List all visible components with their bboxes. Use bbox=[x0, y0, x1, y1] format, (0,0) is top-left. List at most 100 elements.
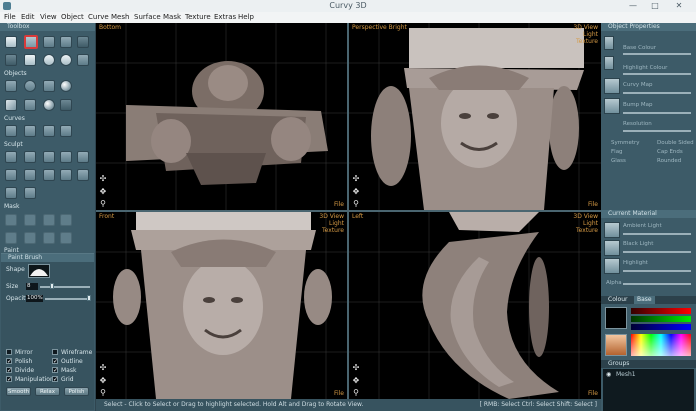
polish-button[interactable]: Polish bbox=[64, 387, 89, 396]
sphere-object-tool[interactable] bbox=[60, 80, 72, 92]
curve-tool-3[interactable] bbox=[43, 125, 55, 137]
viewport-front-file[interactable]: File bbox=[334, 390, 344, 397]
camera-tool[interactable] bbox=[77, 54, 89, 66]
base-tab[interactable]: Base bbox=[634, 296, 655, 304]
maximize-button[interactable]: □ bbox=[646, 0, 664, 12]
bump-map-slider[interactable] bbox=[623, 112, 691, 114]
brush-shape-preview[interactable] bbox=[28, 264, 50, 278]
viewport-front[interactable]: Front 3D View Light Texture File ✣ ✥ ⚲ bbox=[96, 212, 347, 399]
viewport-bottom[interactable]: Bottom File ✣ ✥ ⚲ bbox=[96, 23, 347, 210]
pan-icon[interactable]: ✥ bbox=[99, 377, 107, 385]
wireframe-checkbox[interactable] bbox=[52, 349, 58, 355]
menu-mesh[interactable]: Mesh bbox=[111, 13, 129, 21]
mask-tool-1[interactable] bbox=[5, 214, 17, 226]
menu-surface[interactable]: Surface bbox=[134, 13, 161, 21]
curve-tool-2[interactable] bbox=[24, 125, 36, 137]
viewport-perspective-file[interactable]: File bbox=[588, 201, 598, 208]
highlight-swatch[interactable] bbox=[604, 258, 620, 274]
curvy-map-swatch[interactable] bbox=[604, 78, 620, 94]
front-3dview-option[interactable]: 3D View bbox=[319, 213, 344, 220]
scale-tool[interactable] bbox=[60, 36, 72, 48]
black-light-swatch[interactable] bbox=[604, 240, 620, 256]
mask-tool-4[interactable] bbox=[60, 214, 72, 226]
orbit-icon[interactable]: ✣ bbox=[352, 364, 360, 372]
viewport-left[interactable]: Left 3D View Light Texture File ✣ ✥ ⚲ bbox=[349, 212, 601, 399]
outline-checkbox[interactable]: ✓ bbox=[52, 358, 58, 365]
left-light-option[interactable]: Light bbox=[573, 220, 598, 227]
mask-tool-5[interactable] bbox=[5, 232, 17, 244]
menu-view[interactable]: View bbox=[40, 13, 57, 21]
undo-tool[interactable] bbox=[77, 36, 89, 48]
size-slider[interactable] bbox=[40, 286, 90, 288]
left-texture-option[interactable]: Texture bbox=[573, 227, 598, 234]
mask-tool-2[interactable] bbox=[24, 214, 36, 226]
viewport-left-file[interactable]: File bbox=[588, 390, 598, 397]
base-colour-swatch[interactable] bbox=[604, 36, 614, 50]
sculpt-draw-tool[interactable] bbox=[5, 151, 17, 163]
menu-object[interactable]: Object bbox=[61, 13, 84, 21]
ambient-light-swatch[interactable] bbox=[604, 222, 620, 238]
pan-icon[interactable]: ✥ bbox=[99, 188, 107, 196]
zoom-icon[interactable]: ⚲ bbox=[99, 200, 107, 208]
mask-tool-8[interactable] bbox=[60, 232, 72, 244]
menu-file[interactable]: File bbox=[4, 13, 16, 21]
zoom-icon[interactable]: ⚲ bbox=[352, 200, 360, 208]
sculpt-snake-tool[interactable] bbox=[24, 187, 36, 199]
select-arrow-tool[interactable] bbox=[5, 36, 17, 48]
viewport-bottom-file[interactable]: File bbox=[334, 201, 344, 208]
plane-object-tool[interactable] bbox=[60, 99, 72, 111]
flag-option[interactable]: Flag bbox=[611, 149, 623, 155]
blue-channel-slider[interactable] bbox=[631, 324, 691, 330]
mask-tool-3[interactable] bbox=[43, 214, 55, 226]
relax-button[interactable]: Relax bbox=[35, 387, 60, 396]
grid-checkbox[interactable]: ✓ bbox=[52, 376, 58, 383]
sculpt-clay-tool[interactable] bbox=[60, 169, 72, 181]
zoom-icon[interactable]: ⚲ bbox=[352, 389, 360, 397]
pen-tool[interactable] bbox=[5, 54, 17, 66]
curve-tool-4[interactable] bbox=[60, 125, 72, 137]
polish-checkbox[interactable]: ✓ bbox=[6, 358, 12, 365]
smooth-button[interactable]: Smooth bbox=[6, 387, 31, 396]
eye-icon[interactable]: ◉ bbox=[606, 371, 611, 378]
green-channel-slider[interactable] bbox=[631, 316, 691, 322]
opacity-slider-knob[interactable] bbox=[87, 295, 91, 301]
perspective-light-option[interactable]: Light bbox=[573, 31, 598, 38]
viewport-perspective[interactable]: Perspective Bright 3D View Light Texture… bbox=[349, 23, 601, 210]
resolution-slider[interactable] bbox=[623, 130, 691, 132]
sculpt-inflate-tool[interactable] bbox=[43, 151, 55, 163]
glass-option[interactable]: Glass bbox=[611, 158, 626, 164]
sculpt-crease-tool[interactable] bbox=[5, 169, 17, 181]
minimize-button[interactable]: — bbox=[624, 0, 642, 12]
curve-tool-1[interactable] bbox=[5, 125, 17, 137]
cube-object-tool[interactable] bbox=[5, 99, 17, 111]
highlight-slider[interactable] bbox=[623, 270, 691, 272]
front-light-option[interactable]: Light bbox=[319, 220, 344, 227]
sculpt-nudge-tool[interactable] bbox=[5, 187, 17, 199]
pan-icon[interactable]: ✥ bbox=[352, 188, 360, 196]
orbit-icon[interactable]: ✣ bbox=[99, 364, 107, 372]
sculpt-smooth-tool[interactable] bbox=[77, 151, 89, 163]
manipulation-checkbox[interactable]: ✓ bbox=[6, 376, 12, 383]
cylinder-object-tool[interactable] bbox=[24, 99, 36, 111]
menu-edit[interactable]: Edit bbox=[21, 13, 35, 21]
opacity-value-field[interactable]: 100% bbox=[26, 295, 43, 302]
colour-spectrum-picker[interactable] bbox=[631, 334, 691, 356]
highlight-colour-slider[interactable] bbox=[623, 73, 691, 75]
base-colour-slider[interactable] bbox=[623, 53, 691, 55]
bump-map-swatch[interactable] bbox=[604, 98, 620, 114]
rotate-tool[interactable] bbox=[43, 36, 55, 48]
perspective-3dview-option[interactable]: 3D View bbox=[573, 24, 598, 31]
black-light-slider[interactable] bbox=[623, 251, 691, 253]
curvy-map-slider[interactable] bbox=[623, 92, 691, 94]
size-slider-knob[interactable] bbox=[50, 283, 54, 289]
mask-checkbox[interactable]: ✓ bbox=[52, 367, 58, 374]
close-button[interactable]: ✕ bbox=[670, 0, 688, 12]
double-sided-option[interactable]: Double Sided bbox=[657, 140, 694, 146]
orbit-tool[interactable] bbox=[43, 54, 55, 66]
colour-tab[interactable]: Colour bbox=[608, 296, 627, 304]
rounded-option[interactable]: Rounded bbox=[657, 158, 681, 164]
spiral-object-tool[interactable] bbox=[24, 80, 36, 92]
ambient-light-slider[interactable] bbox=[623, 233, 691, 235]
move-tool[interactable] bbox=[24, 35, 38, 49]
divide-checkbox[interactable]: ✓ bbox=[6, 367, 12, 374]
